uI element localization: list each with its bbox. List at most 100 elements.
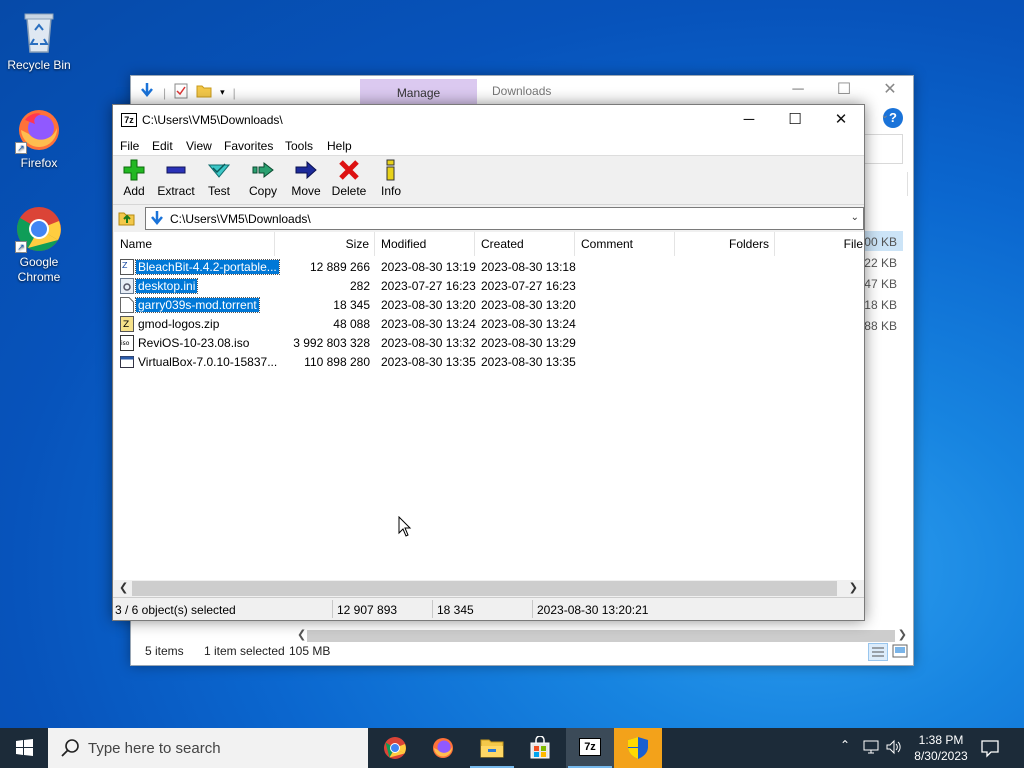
quick-access-toolbar: | ▾ | xyxy=(139,82,236,103)
copy-icon xyxy=(252,161,274,179)
move-button[interactable]: Move xyxy=(284,159,328,198)
desktop-icon-recycle-bin[interactable]: Recycle Bin xyxy=(1,8,77,72)
start-button[interactable] xyxy=(0,728,48,768)
menu-edit[interactable]: Edit xyxy=(152,139,173,153)
menu-bar: File Edit View Favorites Tools Help xyxy=(113,136,864,156)
column-header-comment[interactable]: Comment xyxy=(575,232,675,256)
file-row[interactable]: iso ReviOS-10-23.08.iso 3 992 803 328 20… xyxy=(114,334,864,353)
file-created: 2023-08-30 13:20 xyxy=(481,298,576,312)
search-box-edge[interactable] xyxy=(865,134,903,164)
menu-favorites[interactable]: Favorites xyxy=(224,139,273,153)
taskbar-search[interactable]: Type here to search xyxy=(48,728,368,768)
desktop-icon-firefox[interactable]: ↗ Firefox xyxy=(1,106,77,170)
desktop: Recycle Bin ↗ Firefox ↗ Google Chrome | … xyxy=(0,0,1024,728)
address-bar[interactable]: C:\Users\VM5\Downloads\ ⌄ xyxy=(145,207,864,230)
ribbon-tab-manage[interactable]: Manage xyxy=(360,79,477,106)
taskbar-store[interactable] xyxy=(516,728,564,768)
menu-tools[interactable]: Tools xyxy=(285,139,313,153)
7zip-app-icon: 7z xyxy=(121,113,137,127)
desktop-icon-chrome[interactable]: ↗ Google Chrome xyxy=(1,205,77,285)
horizontal-scrollbar[interactable]: ❮ ❯ xyxy=(114,580,864,597)
scroll-right-icon[interactable]: ❯ xyxy=(849,581,858,594)
extract-icon xyxy=(166,166,186,174)
status-size: 105 MB xyxy=(289,644,331,658)
file-size: 18 345 xyxy=(333,298,370,312)
add-button[interactable]: Add xyxy=(112,159,156,198)
copy-button[interactable]: Copy xyxy=(241,159,285,198)
new-folder-icon[interactable] xyxy=(196,84,212,101)
menu-file[interactable]: File xyxy=(120,139,139,153)
statusbar: 3 / 6 object(s) selected 12 907 893 18 3… xyxy=(113,597,864,620)
security-shield-icon xyxy=(628,737,648,759)
file-created: 2023-07-27 16:23 xyxy=(481,279,576,293)
file-row[interactable]: desktop.ini 282 2023-07-27 16:23 2023-07… xyxy=(114,277,864,296)
taskbar-7zip[interactable]: 7z xyxy=(566,728,614,768)
desktop-icon-label: Firefox xyxy=(20,156,58,170)
show-hidden-icons-icon[interactable]: ⌃ xyxy=(840,738,850,752)
menu-help[interactable]: Help xyxy=(327,139,352,153)
file-row[interactable]: VirtualBox-7.0.10-15837... 110 898 280 2… xyxy=(114,353,864,372)
maximize-button[interactable]: ☐ xyxy=(772,105,818,136)
file-name: garry039s-mod.torrent xyxy=(135,297,260,313)
file-row[interactable]: garry039s-mod.torrent 18 345 2023-08-30 … xyxy=(114,296,864,315)
test-icon xyxy=(208,163,230,178)
minimize-button[interactable]: ─ xyxy=(775,76,821,106)
close-button[interactable]: ✕ xyxy=(818,105,864,136)
file-name: VirtualBox-7.0.10-15837... xyxy=(138,355,278,369)
taskbar-chrome[interactable] xyxy=(371,728,419,768)
large-icons-view-icon[interactable] xyxy=(892,644,908,660)
file-size: 3 992 803 328 xyxy=(293,336,370,350)
column-header-files[interactable]: File xyxy=(775,232,864,256)
file-list[interactable]: Name Size Modified Created Comment Folde… xyxy=(114,232,864,596)
explorer-title: Downloads xyxy=(492,84,552,98)
window-title: C:\Users\VM5\Downloads\ xyxy=(142,113,283,127)
file-modified: 2023-07-27 16:23 xyxy=(381,279,476,293)
file-name: ReviOS-10-23.08.iso xyxy=(138,336,250,350)
file-modified: 2023-08-30 13:32 xyxy=(381,336,476,350)
taskbar-file-explorer[interactable] xyxy=(468,728,516,768)
file-size: 12 889 266 xyxy=(309,260,370,274)
scroll-left-icon[interactable]: ❮ xyxy=(119,581,128,594)
properties-icon[interactable] xyxy=(174,83,188,102)
chevron-down-icon[interactable]: ⌄ xyxy=(851,212,859,223)
clock[interactable]: 1:38 PM 8/30/2023 xyxy=(906,732,976,764)
7zip-window[interactable]: 7z C:\Users\VM5\Downloads\ ─ ☐ ✕ File Ed… xyxy=(112,104,865,621)
file-row[interactable]: Z gmod-logos.zip 48 088 2023-08-30 13:24… xyxy=(114,315,864,334)
info-label: Info xyxy=(380,184,401,198)
explorer-statusbar: 5 items 1 item selected 105 MB xyxy=(131,639,913,665)
notifications-icon[interactable] xyxy=(980,738,1000,761)
expand-ribbon-icon[interactable]: ⌄ xyxy=(881,110,889,121)
file-size: 47 KB xyxy=(864,277,897,291)
delete-button[interactable]: Delete xyxy=(327,159,371,198)
volume-icon[interactable] xyxy=(885,738,903,759)
explorer-titlebar[interactable]: | ▾ | Manage Downloads ─ ☐ ✕ xyxy=(131,76,913,106)
info-button[interactable]: Info xyxy=(369,159,413,198)
folder-up-icon[interactable] xyxy=(117,208,137,228)
7zip-titlebar[interactable]: 7z C:\Users\VM5\Downloads\ ─ ☐ ✕ xyxy=(113,105,864,136)
taskbar-security[interactable] xyxy=(614,728,662,768)
column-header-created[interactable]: Created xyxy=(475,232,575,256)
network-icon[interactable] xyxy=(862,738,880,759)
iso-file-icon: iso xyxy=(120,335,134,351)
svg-text:Z: Z xyxy=(123,320,129,330)
customize-toolbar-icon[interactable]: ▾ xyxy=(220,87,225,98)
column-header-folders[interactable]: Folders xyxy=(675,232,775,256)
status-selected: 1 item selected xyxy=(204,644,285,658)
menu-view[interactable]: View xyxy=(186,139,212,153)
extract-button[interactable]: Extract xyxy=(154,159,198,198)
scrollbar-thumb[interactable] xyxy=(132,581,837,596)
maximize-button[interactable]: ☐ xyxy=(821,76,867,106)
column-header-modified[interactable]: Modified xyxy=(375,232,475,256)
file-created: 2023-08-30 13:35 xyxy=(481,355,576,369)
column-header-name[interactable]: Name xyxy=(114,232,275,256)
store-icon xyxy=(530,736,550,759)
file-size: 110 898 280 xyxy=(304,355,370,369)
taskbar-firefox[interactable] xyxy=(419,728,467,768)
close-button[interactable]: ✕ xyxy=(867,76,913,106)
details-view-icon[interactable] xyxy=(868,643,888,661)
column-header-size[interactable]: Size xyxy=(275,232,375,256)
minimize-button[interactable]: ─ xyxy=(726,105,772,136)
test-button[interactable]: Test xyxy=(197,159,241,198)
download-arrow-icon[interactable] xyxy=(139,82,155,103)
file-row[interactable]: Z BleachBit-4.4.2-portable... 12 889 266… xyxy=(114,258,864,277)
